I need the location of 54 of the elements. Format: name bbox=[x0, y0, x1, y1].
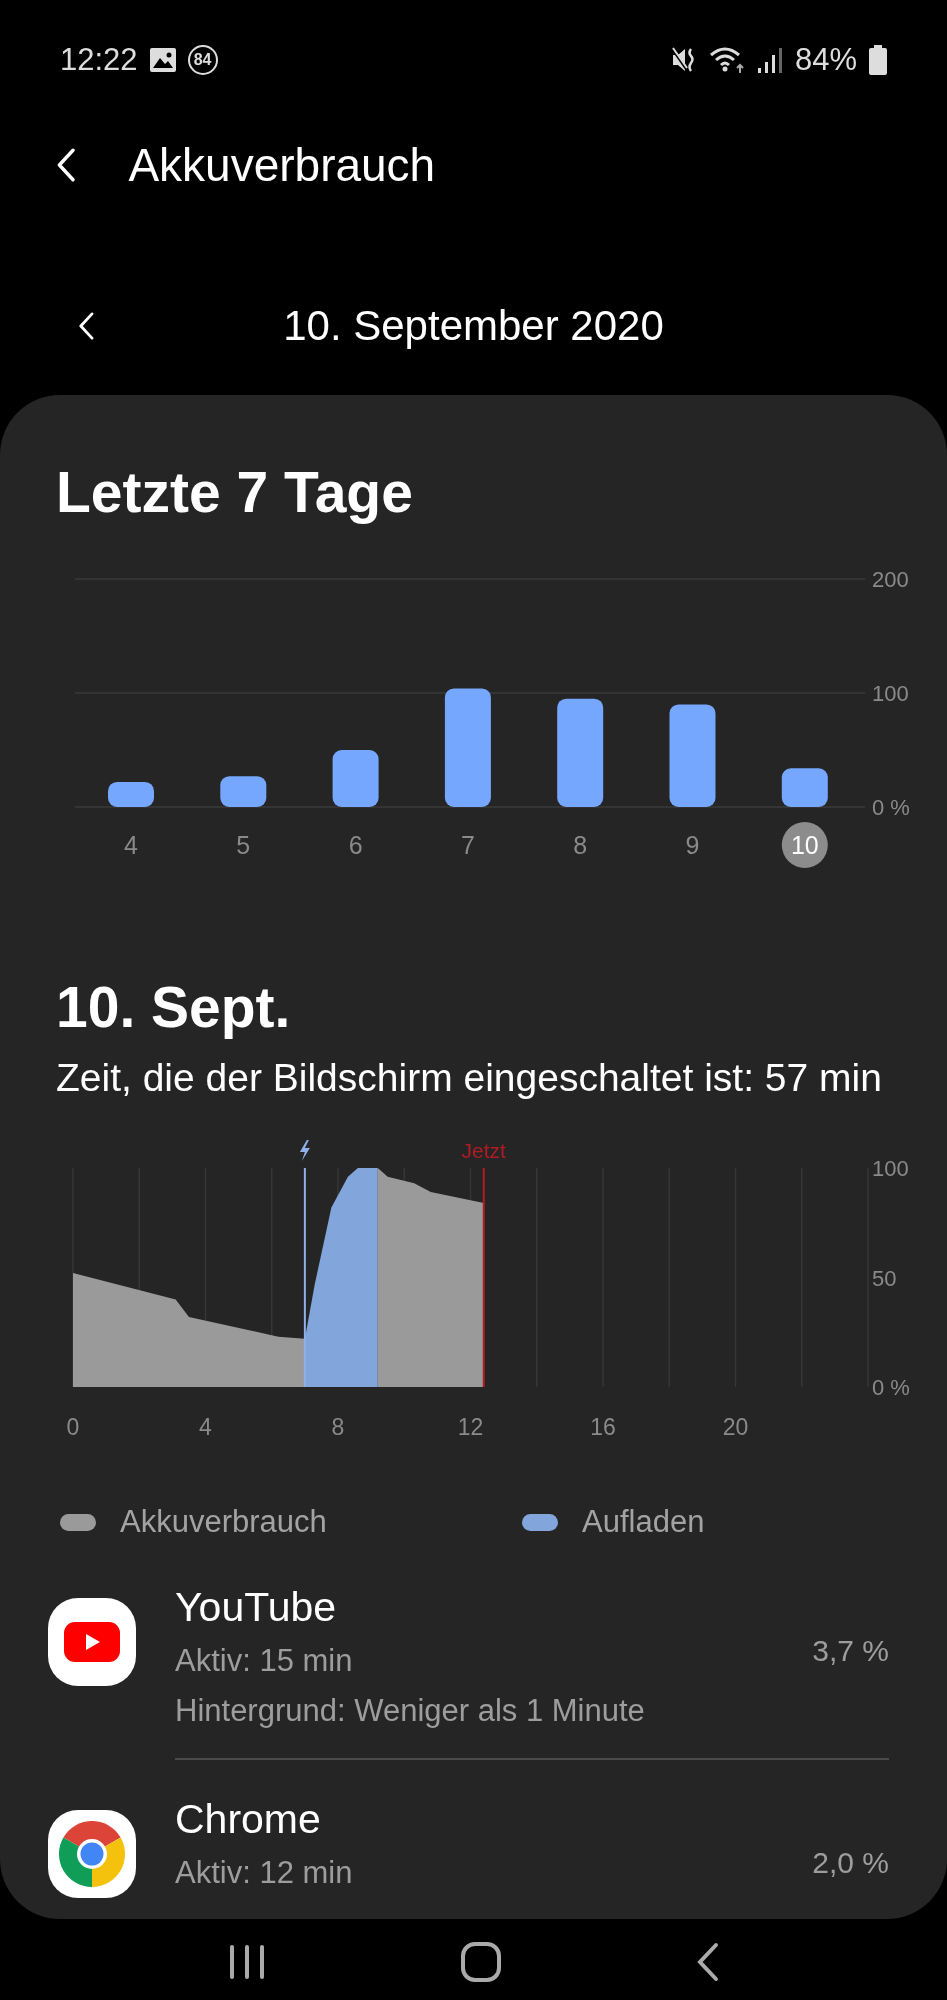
wifi-icon bbox=[708, 46, 745, 74]
image-icon bbox=[149, 48, 176, 72]
now-label: Jetzt bbox=[461, 1139, 506, 1162]
bar bbox=[220, 776, 267, 807]
tick-label: 16 bbox=[590, 1414, 616, 1440]
section-title: Letzte 7 Tage bbox=[56, 461, 414, 523]
screen-time-text: Zeit, die der Bildschirm eingeschaltet ist: 57 min bbox=[56, 1056, 883, 1100]
usage-percent: 2,0 % bbox=[812, 1846, 889, 1880]
day-label[interactable]: 6 bbox=[348, 831, 363, 859]
background-time: Hintergrund: Weniger als 1 Minute bbox=[175, 1692, 645, 1730]
bar bbox=[108, 781, 154, 807]
mute-icon bbox=[670, 46, 697, 74]
battery-percent: 84% bbox=[794, 42, 857, 78]
notification-badge: 84 bbox=[187, 45, 218, 75]
day-label[interactable]: 10 bbox=[781, 822, 828, 868]
tick-label: 100 bbox=[872, 1156, 909, 1181]
bar bbox=[781, 768, 828, 807]
bar bbox=[332, 750, 379, 807]
tick-label: 0 bbox=[66, 1414, 80, 1440]
tick-label: 50 bbox=[872, 1265, 897, 1291]
legend-label: Akkuverbrauch bbox=[120, 1504, 327, 1540]
active-time: Aktiv: 12 min bbox=[175, 1854, 353, 1892]
legend-label: Aufladen bbox=[582, 1504, 705, 1540]
video-play-icon bbox=[48, 1598, 136, 1686]
tick-label: 0 % bbox=[872, 1375, 910, 1400]
tick-label: 100 bbox=[872, 681, 909, 706]
lightning-icon bbox=[299, 1140, 310, 1161]
browser-icon bbox=[48, 1810, 136, 1898]
day-label[interactable]: 5 bbox=[236, 831, 251, 859]
active-time: Aktiv: 15 min bbox=[175, 1642, 353, 1680]
home-button[interactable] bbox=[460, 1941, 503, 1983]
tick-label: 4 bbox=[199, 1414, 212, 1440]
back-button[interactable] bbox=[696, 1942, 721, 1982]
section-title: 10. Sept. bbox=[56, 976, 292, 1038]
tick-label: 8 bbox=[331, 1414, 345, 1440]
tick-label: 12 bbox=[457, 1414, 484, 1440]
page-title: Akkuverbrauch bbox=[128, 138, 436, 192]
day-label[interactable]: 4 bbox=[124, 831, 138, 859]
app-name: YouTube bbox=[175, 1583, 338, 1632]
signal-icon bbox=[756, 46, 783, 74]
day-label[interactable]: 7 bbox=[460, 831, 475, 859]
date-label: 10. September 2020 bbox=[283, 302, 664, 350]
x-tick-label: 10 bbox=[790, 831, 819, 859]
day-label[interactable]: 8 bbox=[573, 831, 588, 859]
tick-label: 0 % bbox=[872, 795, 910, 820]
day-label[interactable]: 9 bbox=[685, 831, 700, 859]
battery-icon bbox=[869, 45, 887, 75]
usage-percent: 3,7 % bbox=[812, 1634, 889, 1668]
back-button[interactable] bbox=[56, 148, 77, 182]
previous-day-button[interactable] bbox=[78, 312, 95, 340]
app-name: Chrome bbox=[175, 1795, 322, 1844]
tick-label: 200 bbox=[872, 567, 909, 592]
clock: 12:22 bbox=[60, 42, 138, 78]
tick-label: 20 bbox=[722, 1414, 749, 1440]
